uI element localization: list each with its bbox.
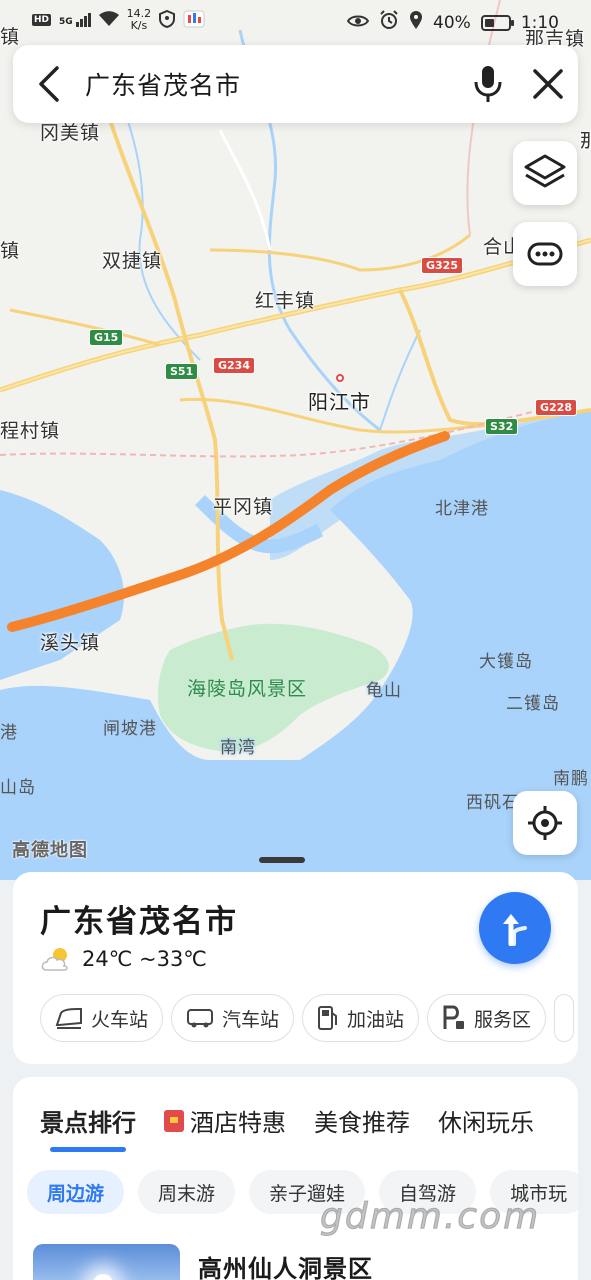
sheet-drag-handle[interactable] (259, 857, 305, 863)
wifi-icon (98, 10, 119, 30)
road-badge: S51 (165, 363, 199, 380)
recommend-tabs: 景点排行 酒店特惠 美食推荐 休闲玩乐 (40, 1103, 534, 1152)
city-marker-icon (336, 374, 344, 382)
map-label[interactable]: 南湾 (220, 733, 256, 758)
service-area-icon (443, 1005, 465, 1029)
tab-food[interactable]: 美食推荐 (314, 1103, 410, 1138)
tab-hotel-deals[interactable]: 酒店特惠 (164, 1103, 286, 1138)
battery-icon (480, 14, 514, 31)
map-label[interactable]: 红丰镇 (255, 286, 315, 313)
poi-thumbnail[interactable] (33, 1244, 180, 1280)
locate-me-button[interactable] (513, 791, 577, 855)
directions-arrow-icon (503, 914, 527, 946)
map-label[interactable]: 南鹏 (553, 764, 589, 789)
place-card[interactable]: 广东省茂名市 24℃ ~33℃ 火车站 汽车站 加油站 服务区 (13, 872, 578, 1064)
search-query[interactable]: 广东省茂名市 (85, 66, 458, 102)
alarm-icon (379, 10, 399, 35)
more-options-button[interactable] (513, 222, 577, 286)
route-button[interactable] (479, 892, 551, 964)
bus-icon (187, 1009, 214, 1028)
nearby-chips: 火车站 汽车站 加油站 服务区 (40, 994, 578, 1042)
chip-more[interactable] (554, 994, 575, 1042)
cell-signal-icon: 5G (59, 13, 91, 27)
map-label[interactable]: 双捷镇 (102, 246, 162, 273)
chip-gas-station[interactable]: 加油站 (302, 994, 420, 1042)
status-bar: HD 5G 14.2 K/s 40% 1:10 (0, 0, 591, 44)
network-type: 5G (59, 17, 73, 27)
map-label[interactable]: 龟山 (366, 676, 402, 701)
train-icon (55, 1008, 82, 1029)
map-label[interactable]: 溪头镇 (40, 628, 100, 655)
crosshair-icon (528, 806, 562, 840)
gas-station-icon (318, 1006, 338, 1030)
map-provider-logo: 高德地图 (12, 840, 88, 861)
map-label-city[interactable]: 阳江市 (308, 386, 371, 415)
clear-search-button[interactable] (518, 45, 578, 123)
app-notification-icon (183, 10, 205, 31)
pill-weekend[interactable]: 周末游 (138, 1170, 236, 1214)
site-watermark: gdmm.com (319, 1196, 541, 1238)
chip-bus-station[interactable]: 汽车站 (171, 994, 295, 1042)
tab-attractions-ranking[interactable]: 景点排行 (40, 1103, 136, 1152)
place-title: 广东省茂名市 (40, 904, 238, 940)
chip-train-station[interactable]: 火车站 (40, 994, 164, 1042)
map-label[interactable]: 程村镇 (0, 416, 60, 443)
map-view[interactable]: 镇 那吉镇 冈美镇 镇 双捷镇 红丰镇 合山 阳江市 程村镇 平冈镇 北津港 溪… (0, 0, 591, 880)
more-dots-icon (527, 242, 563, 266)
partly-cloudy-icon (41, 948, 68, 971)
temperature-range: 24℃ ~33℃ (82, 947, 207, 971)
poi-title[interactable]: 高州仙人洞景区 (198, 1249, 373, 1280)
map-label[interactable]: 大镬岛 (479, 647, 533, 672)
hotel-deal-icon (164, 1109, 184, 1132)
road-badge: G234 (213, 357, 255, 374)
map-layers-button[interactable] (513, 141, 577, 205)
map-label[interactable]: 闸坡港 (103, 714, 157, 739)
eye-icon (346, 13, 370, 33)
map-label[interactable]: 北津港 (435, 494, 489, 519)
tab-leisure[interactable]: 休闲玩乐 (438, 1103, 534, 1138)
map-label[interactable]: 二镬岛 (506, 689, 560, 714)
map-label[interactable]: 西矾石 (466, 788, 520, 813)
map-label[interactable]: 山岛 (0, 773, 36, 798)
pill-nearby[interactable]: 周边游 (27, 1170, 125, 1214)
chip-service-area[interactable]: 服务区 (427, 994, 547, 1042)
clock: 1:10 (520, 12, 559, 33)
road-badge: G15 (89, 329, 124, 346)
map-label[interactable]: 镇 (0, 236, 20, 263)
map-label[interactable]: 那 (580, 126, 591, 153)
weather-info: 24℃ ~33℃ (40, 946, 207, 972)
location-icon (409, 10, 423, 35)
recommend-panel: 景点排行 酒店特惠 美食推荐 休闲玩乐 周边游 周末游 亲子遛娃 自驾游 城市玩… (13, 1077, 578, 1280)
road-badge: S32 (485, 418, 519, 435)
hd-badge: HD (32, 14, 52, 26)
back-arrow-icon (39, 66, 59, 102)
close-icon (533, 69, 563, 99)
network-speed: 14.2 K/s (126, 7, 152, 32)
battery-percent: 40% (433, 12, 471, 33)
search-bar[interactable]: 广东省茂名市 (13, 45, 578, 123)
road-badge: G325 (421, 257, 463, 274)
road-badge: G228 (535, 399, 577, 416)
layers-icon (524, 154, 566, 188)
shield-icon (159, 9, 176, 31)
microphone-icon (474, 66, 502, 102)
voice-search-button[interactable] (458, 45, 518, 123)
map-label[interactable]: 港 (0, 718, 18, 743)
back-button[interactable] (13, 45, 85, 123)
map-label[interactable]: 平冈镇 (213, 492, 273, 519)
map-label-scenic[interactable]: 海陵岛风景区 (187, 674, 307, 701)
